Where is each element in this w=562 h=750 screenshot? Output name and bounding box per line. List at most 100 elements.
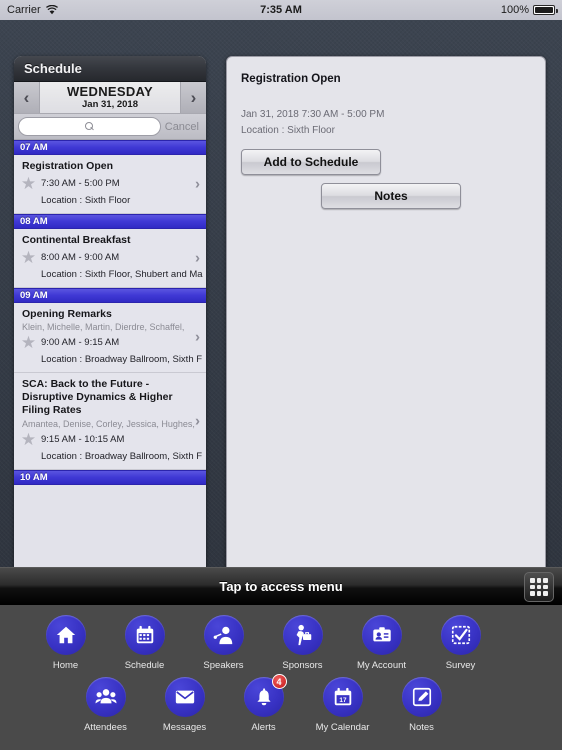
grid-menu-icon[interactable]	[524, 572, 554, 602]
notes-button[interactable]: Notes	[321, 183, 461, 209]
calendar-icon	[136, 625, 153, 644]
alert-badge: 4	[271, 674, 287, 689]
dock-icon-circle[interactable]	[124, 615, 165, 655]
event-row[interactable]: Continental Breakfast ★ 8:00 AM - 9:00 AM L…	[14, 228, 206, 288]
dock-icon-circle[interactable]	[440, 615, 481, 655]
battery-percent: 100%	[500, 4, 529, 16]
search-icon	[84, 122, 94, 131]
event-list[interactable]: 07 AM Registration Open ★ 7:30 AM - 5:00 PM…	[14, 140, 206, 567]
event-time: 7:30 AM - 5:00 PM	[41, 177, 120, 189]
event-location: Location : Sixth Floor	[41, 194, 131, 206]
hour-header: 07 AM	[14, 140, 206, 155]
menu-dock: Home Schedule Speakers Sponsors My Account Su…	[0, 605, 562, 750]
dock-item-label: Survey	[445, 660, 476, 671]
dock-item-home[interactable]: Home	[26, 615, 105, 671]
dock-icon-circle[interactable]	[401, 677, 442, 717]
menu-access-bar[interactable]: Tap to access menu	[0, 567, 562, 605]
dock-icon-circle[interactable]	[361, 615, 402, 655]
menu-bar-label: Tap to access menu	[219, 579, 343, 594]
svg-text:17: 17	[339, 697, 347, 704]
hour-header: 08 AM	[14, 213, 206, 229]
favorite-star-icon[interactable]: ★	[20, 431, 37, 448]
date-full: Jan 31, 2018	[82, 98, 138, 110]
schedule-panel-title: Schedule	[14, 56, 206, 82]
dock-item-label: Attendees	[84, 722, 127, 733]
content-area: Schedule ‹ WEDNESDAY Jan 31, 2018 › Canc…	[0, 20, 562, 567]
dock-item-my-calendar[interactable]: 17 My Calendar	[303, 677, 382, 733]
event-row[interactable]: SCA: Back to the Future - Disruptive Dyn…	[14, 373, 206, 470]
dock-item-messages[interactable]: Messages	[145, 677, 224, 733]
event-speakers: Klein, Michelle, Martin, Dierdre, Schaff…	[22, 322, 185, 333]
event-title: Opening Remarks	[22, 307, 112, 320]
dock-icon-circle[interactable]: 4	[243, 674, 287, 717]
dock-item-speakers[interactable]: Speakers	[184, 615, 263, 671]
event-speakers: Amantea, Denise, Corley, Jessica, Hughes…	[22, 418, 195, 429]
status-time: 7:35 AM	[260, 4, 302, 16]
bell-icon	[256, 688, 271, 706]
wifi-icon	[45, 5, 58, 15]
dock-item-my-account[interactable]: My Account	[342, 615, 421, 671]
favorite-star-icon[interactable]: ★	[20, 175, 37, 192]
chevron-right-icon[interactable]: ›	[195, 175, 200, 192]
dock-item-notes[interactable]: Notes	[382, 677, 461, 733]
prev-day-button[interactable]: ‹	[14, 82, 40, 113]
event-time: 9:00 AM - 9:15 AM	[41, 337, 120, 349]
detail-datetime: Jan 31, 2018 7:30 AM - 5:00 PM	[241, 109, 385, 120]
chevron-right-icon[interactable]: ›	[195, 413, 200, 430]
event-location: Location : Broadway Ballroom, Sixth F	[41, 450, 203, 462]
people-group-icon	[94, 689, 117, 704]
next-day-button[interactable]: ›	[180, 82, 206, 113]
add-to-schedule-button[interactable]: Add to Schedule	[241, 149, 381, 175]
schedule-panel: Schedule ‹ WEDNESDAY Jan 31, 2018 › Canc…	[14, 56, 206, 567]
status-left: Carrier	[7, 4, 58, 16]
chevron-right-icon[interactable]: ›	[195, 329, 200, 346]
dock-item-alerts[interactable]: 4 Alerts	[224, 674, 303, 733]
id-badge-icon	[372, 627, 391, 642]
dock-row-2: Attendees Messages 4 Alerts 17 My Calendar Not…	[0, 671, 562, 733]
dock-item-attendees[interactable]: Attendees	[66, 677, 145, 733]
status-right: 100%	[500, 4, 558, 16]
dock-icon-circle[interactable]	[45, 615, 86, 655]
date-weekday: WEDNESDAY	[66, 84, 153, 100]
dock-icon-circle[interactable]	[282, 615, 323, 655]
dock-icon-circle[interactable]	[203, 615, 244, 655]
dock-item-label: My Calendar	[315, 722, 370, 733]
favorite-star-icon[interactable]: ★	[20, 334, 37, 351]
dock-icon-circle[interactable]	[164, 677, 205, 717]
status-bar: Carrier 7:35 AM 100%	[0, 0, 562, 20]
event-row[interactable]: Opening Remarks Klein, Michelle, Martin, …	[14, 302, 206, 374]
battery-icon	[533, 5, 558, 15]
checkbox-icon	[451, 625, 470, 645]
event-location: Location : Sixth Floor, Shubert and Ma	[41, 268, 203, 280]
event-detail-panel: Registration Open Jan 31, 2018 7:30 AM -…	[226, 56, 546, 567]
dock-item-label: Messages	[162, 722, 207, 733]
dock-item-label: Schedule	[124, 660, 165, 671]
dock-item-survey[interactable]: Survey	[421, 615, 500, 671]
pencil-square-icon	[412, 687, 431, 707]
event-title: Continental Breakfast	[22, 233, 131, 246]
dock-icon-circle[interactable]	[85, 677, 126, 717]
favorite-star-icon[interactable]: ★	[20, 249, 37, 266]
dock-item-label: Home	[52, 660, 79, 671]
dock-item-label: Speakers	[203, 660, 244, 671]
dock-icon-circle[interactable]: 17	[322, 677, 363, 717]
carrier-label: Carrier	[7, 4, 41, 16]
dock-row-1: Home Schedule Speakers Sponsors My Account Su…	[0, 605, 562, 671]
current-date: WEDNESDAY Jan 31, 2018	[40, 82, 180, 113]
event-title: Registration Open	[22, 160, 114, 172]
event-row[interactable]: Registration Open ★ 7:30 AM - 5:00 PM Locat…	[14, 155, 206, 214]
dock-item-label: Notes	[409, 722, 434, 733]
search-input[interactable]	[18, 117, 161, 136]
date-navigation: ‹ WEDNESDAY Jan 31, 2018 ›	[14, 82, 206, 114]
dock-item-label: Sponsors	[282, 660, 323, 671]
detail-meta: Jan 31, 2018 7:30 AM - 5:00 PM Location …	[241, 107, 531, 139]
dock-item-label: My Account	[356, 660, 407, 671]
chevron-right-icon[interactable]: ›	[195, 249, 200, 266]
app-root: Carrier 7:35 AM 100% Schedule ‹ WEDNESDA…	[0, 0, 562, 750]
briefcase-person-icon	[296, 624, 311, 646]
dock-item-sponsors[interactable]: Sponsors	[263, 615, 342, 671]
hour-header: 10 AM	[14, 469, 206, 485]
search-cancel-button[interactable]: Cancel	[165, 121, 202, 133]
calendar-17-icon: 17	[334, 687, 351, 706]
dock-item-schedule[interactable]: Schedule	[105, 615, 184, 671]
